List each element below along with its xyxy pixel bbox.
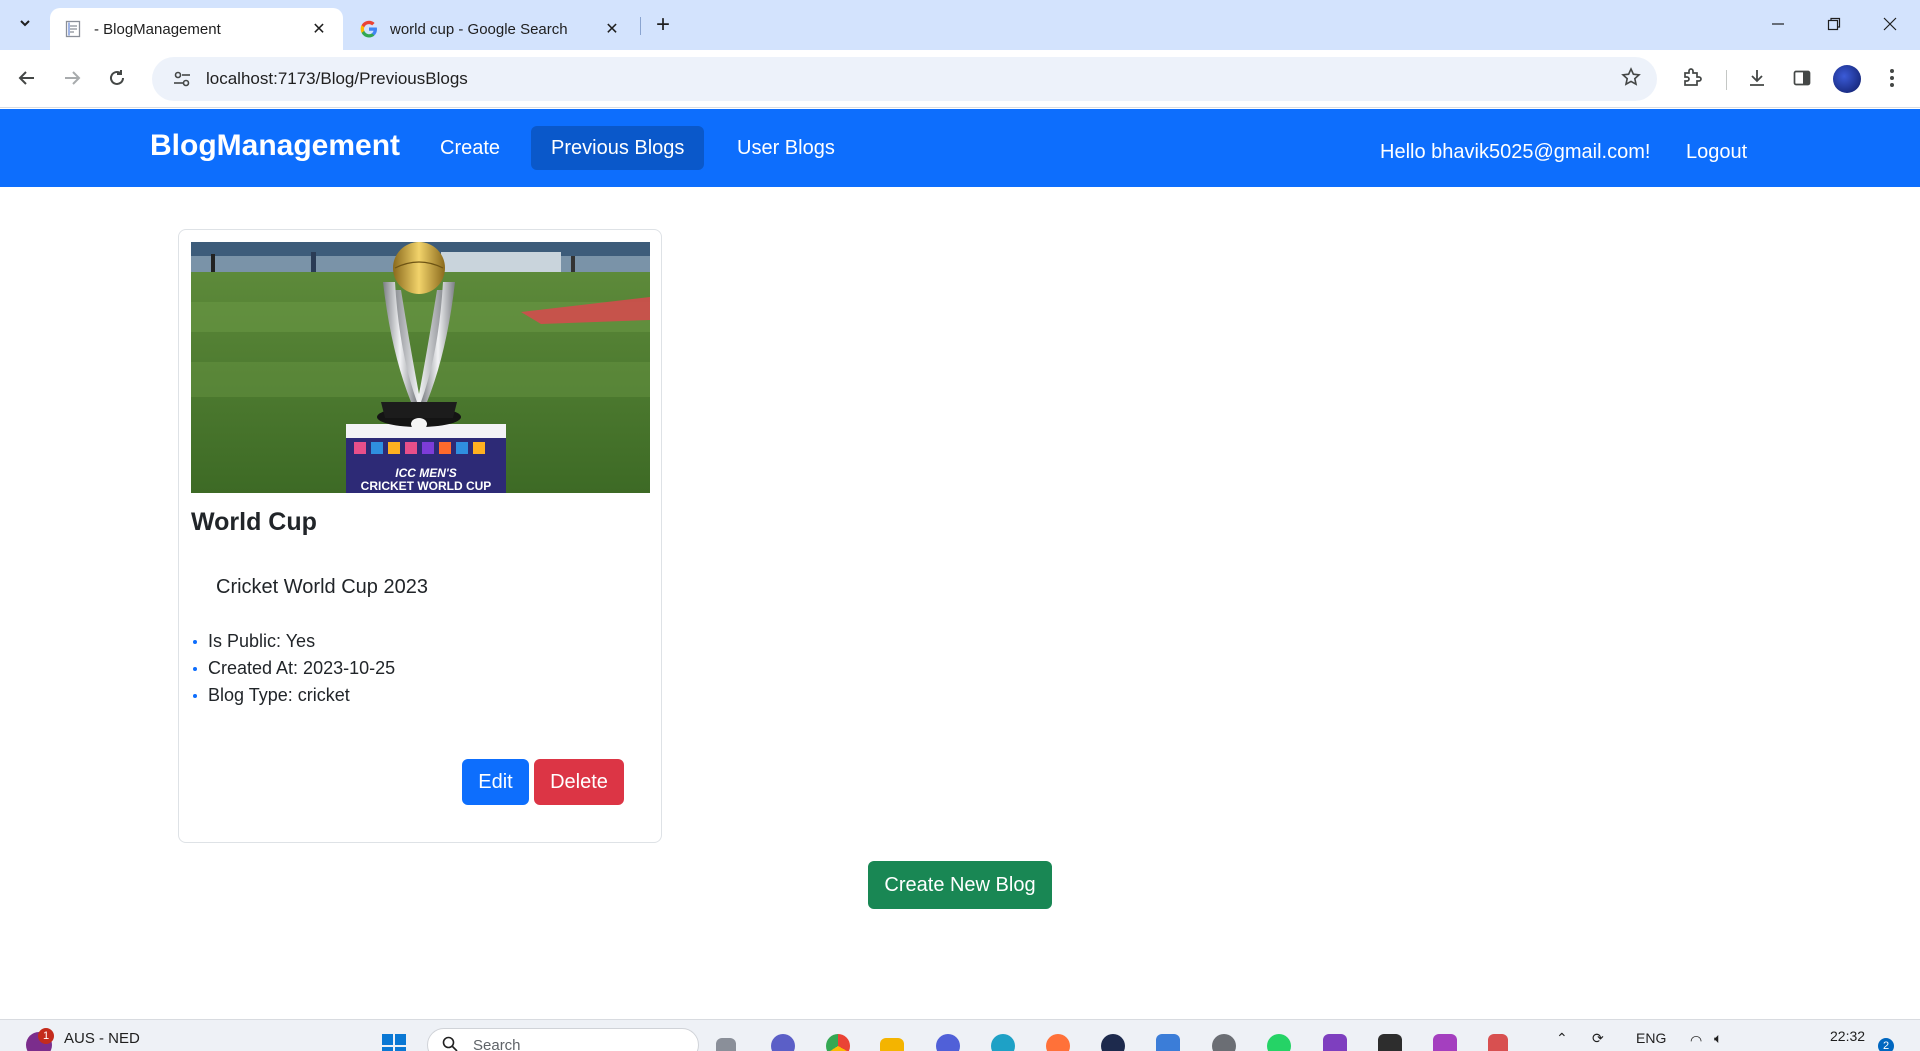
snipping-tool-icon[interactable]: [1488, 1034, 1508, 1051]
meta-blog-type: Blog Type: cricket: [191, 682, 395, 709]
browser-tab-google-search[interactable]: world cup - Google Search ✕: [346, 8, 636, 50]
weather-badge: 1: [38, 1028, 54, 1044]
meta-created-at: Created At: 2023-10-25: [191, 655, 395, 682]
app-navbar: BlogManagement Create Previous Blogs Use…: [0, 109, 1920, 187]
edit-button[interactable]: Edit: [462, 759, 529, 805]
notification-badge[interactable]: 2: [1878, 1038, 1894, 1051]
url-text: localhost:7173/Blog/PreviousBlogs: [206, 69, 468, 88]
profile-avatar[interactable]: [1833, 65, 1861, 93]
clock-time[interactable]: 22:32: [1830, 1028, 1865, 1044]
close-icon[interactable]: ✕: [309, 19, 329, 39]
media-player-icon[interactable]: [1101, 1034, 1125, 1051]
language-indicator[interactable]: ENG: [1636, 1030, 1666, 1046]
tab-title: world cup - Google Search: [390, 20, 568, 38]
browser-tab-blogmanagement[interactable]: - BlogManagement ✕: [50, 8, 343, 50]
teams-icon[interactable]: [771, 1034, 795, 1051]
tab-search-button[interactable]: [9, 8, 41, 40]
terminal-icon[interactable]: [1378, 1034, 1402, 1051]
image-caption-line1: ICC MEN'S: [395, 466, 457, 480]
user-greeting: Hello bhavik5025@gmail.com!: [1380, 141, 1651, 163]
tab-title: - BlogManagement: [94, 20, 221, 38]
file-explorer-icon[interactable]: [880, 1038, 904, 1051]
site-settings-icon[interactable]: [162, 69, 202, 89]
copilot-icon[interactable]: [936, 1034, 960, 1051]
nav-link-create[interactable]: Create: [420, 126, 520, 170]
weather-text[interactable]: AUS - NED: [64, 1030, 140, 1047]
address-bar[interactable]: localhost:7173/Blog/PreviousBlogs: [152, 57, 1657, 101]
chevron-down-icon: [18, 16, 32, 33]
new-tab-button[interactable]: +: [648, 10, 678, 40]
browser-tabstrip: - BlogManagement ✕ world cup - Google Se…: [0, 0, 1920, 50]
blog-title: World Cup: [191, 508, 317, 536]
blog-image: ICC MEN'S CRICKET WORLD CUP: [191, 242, 650, 493]
windows-start-icon[interactable]: [382, 1034, 406, 1051]
back-icon[interactable]: [10, 61, 44, 95]
side-panel-icon[interactable]: [1786, 62, 1818, 94]
taskbar-search-box[interactable]: Search: [427, 1028, 699, 1051]
chrome-taskbar-icon[interactable]: [826, 1034, 850, 1051]
logout-link[interactable]: Logout: [1686, 141, 1747, 164]
minimize-icon[interactable]: [1750, 0, 1806, 48]
volume-icon[interactable]: 🔈︎: [1714, 1030, 1722, 1047]
google-icon: [360, 20, 378, 38]
forward-icon[interactable]: [55, 61, 89, 95]
sync-icon[interactable]: ⟳: [1592, 1030, 1604, 1047]
whatsapp-icon[interactable]: [1267, 1034, 1291, 1051]
extensions-icon[interactable]: [1676, 62, 1708, 94]
toolbar-divider: [1726, 70, 1727, 90]
visual-studio-icon[interactable]: [1323, 1034, 1347, 1051]
wifi-icon[interactable]: ◠: [1690, 1032, 1702, 1049]
blog-description: Cricket World Cup 2023: [216, 576, 428, 598]
page-icon: [64, 20, 82, 38]
clipchamp-icon[interactable]: [1433, 1034, 1457, 1051]
settings-gear-icon[interactable]: [1212, 1034, 1236, 1051]
tab-separator: [640, 17, 641, 35]
search-icon: [442, 1036, 458, 1051]
meta-is-public: Is Public: Yes: [191, 628, 395, 655]
brand-logo[interactable]: BlogManagement: [150, 129, 400, 163]
nav-link-user-blogs[interactable]: User Blogs: [717, 126, 855, 170]
chrome-menu-icon[interactable]: [1876, 62, 1908, 94]
create-new-blog-button[interactable]: Create New Blog: [868, 861, 1052, 909]
restore-icon[interactable]: [1806, 0, 1862, 48]
close-window-icon[interactable]: [1862, 0, 1918, 48]
delete-button[interactable]: Delete: [534, 759, 624, 805]
windows-taskbar: 1 AUS - NED Search ⌃ ⟳ ENG ◠ 🔈︎ 22:32 2: [0, 1019, 1920, 1051]
task-view-icon[interactable]: [716, 1038, 736, 1051]
bookmark-star-icon[interactable]: [1621, 67, 1641, 93]
close-icon[interactable]: ✕: [602, 19, 622, 39]
image-caption-line2: CRICKET WORLD CUP: [361, 479, 492, 493]
chevron-up-icon[interactable]: ⌃: [1556, 1030, 1568, 1047]
blog-card: ICC MEN'S CRICKET WORLD CUP World Cup Cr…: [178, 229, 662, 843]
reload-icon[interactable]: [100, 61, 134, 95]
search-placeholder: Search: [473, 1037, 521, 1051]
edge-icon[interactable]: [991, 1034, 1015, 1051]
browser-toolbar: localhost:7173/Blog/PreviousBlogs: [0, 50, 1920, 108]
blog-meta-list: Is Public: Yes Created At: 2023-10-25 Bl…: [191, 628, 395, 709]
azure-icon[interactable]: [1156, 1034, 1180, 1051]
firefox-icon[interactable]: [1046, 1034, 1070, 1051]
download-icon[interactable]: [1741, 62, 1773, 94]
nav-link-previous-blogs[interactable]: Previous Blogs: [531, 126, 705, 170]
